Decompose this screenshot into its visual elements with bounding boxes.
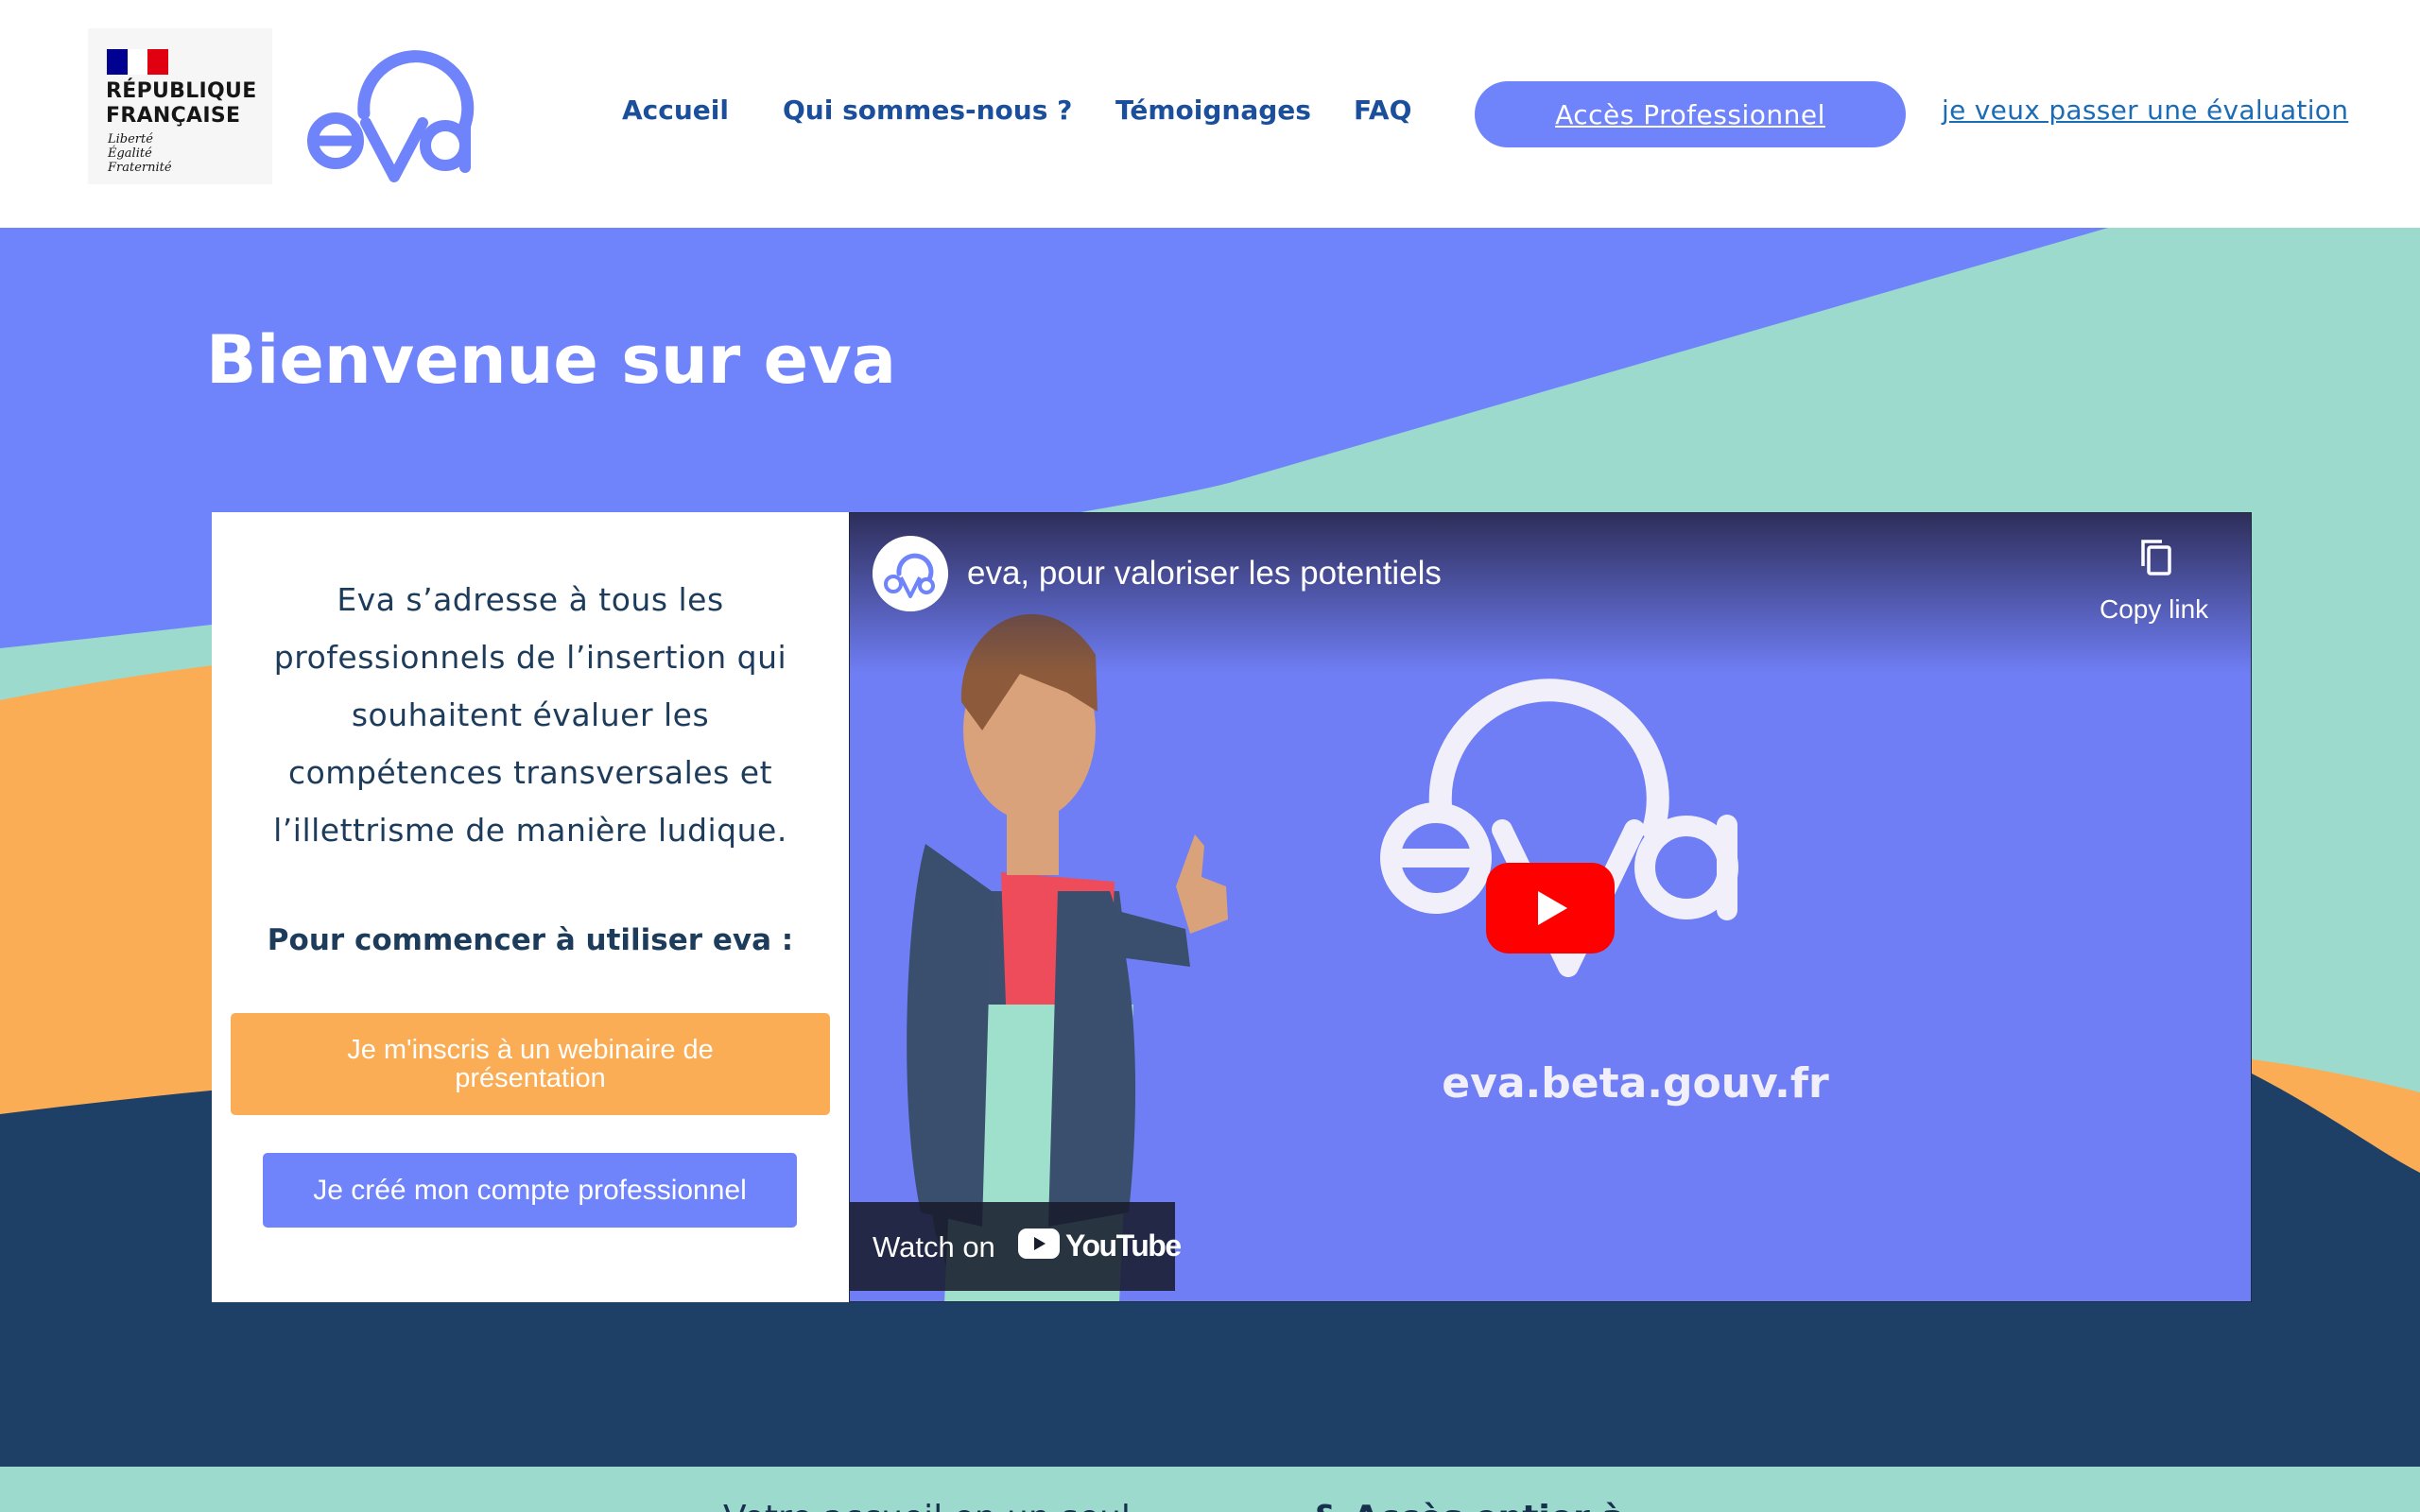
video-url-text: eva.beta.gouv.fr: [1442, 1059, 1829, 1108]
eva-logo-icon[interactable]: eva: [307, 40, 477, 186]
nav-temoignages[interactable]: Témoignages: [1115, 94, 1311, 126]
play-icon[interactable]: [1486, 863, 1615, 954]
acces-professionnel-button[interactable]: Accès Professionnel: [1475, 81, 1906, 147]
copy-icon[interactable]: [2137, 538, 2175, 577]
intro-description: Eva s’adresse à tous les professionnels …: [273, 581, 787, 849]
watch-on-youtube-button[interactable]: Watch on YouTube: [850, 1202, 1182, 1291]
site-header: RÉPUBLIQUE FRANÇAISE Liberté Égalité Fra…: [0, 0, 2420, 228]
republique-motto: Liberté Égalité Fraternité: [108, 132, 172, 175]
copy-link-label[interactable]: Copy link: [2100, 594, 2208, 625]
create-account-button[interactable]: Je créé mon compte professionnel: [263, 1153, 797, 1228]
youtube-wordmark: YouTube: [1065, 1228, 1182, 1263]
intro-card: Eva s’adresse à tous les professionnels …: [212, 512, 849, 1302]
video-top-gradient: [850, 513, 2251, 674]
watch-on-label: Watch on: [873, 1230, 995, 1263]
next-section: Votre accueil en un seul & Accès entier …: [0, 1467, 2420, 1512]
passer-evaluation-link[interactable]: je veux passer une évaluation: [1942, 94, 2348, 126]
nav-qui-sommes-nous[interactable]: Qui sommes-nous ?: [783, 94, 1072, 126]
youtube-logo-icon: [1018, 1228, 1060, 1259]
french-flag-icon: [107, 49, 169, 75]
nav-faq[interactable]: FAQ: [1354, 94, 1411, 126]
nav-accueil[interactable]: Accueil: [622, 94, 729, 126]
webinar-signup-button[interactable]: Je m'inscris à un webinaire de présentat…: [231, 1013, 830, 1115]
video-title[interactable]: eva, pour valoriser les potentiels: [967, 555, 1442, 593]
page-title: Bienvenue sur eva: [206, 321, 897, 399]
next-section-heading: Votre accueil en un seul & Accès entier …: [723, 1499, 1625, 1512]
eva-channel-avatar[interactable]: [873, 536, 948, 611]
start-label: Pour commencer à utiliser eva :: [267, 923, 794, 957]
republique-francaise-logo[interactable]: RÉPUBLIQUE FRANÇAISE Liberté Égalité Fra…: [88, 28, 272, 184]
republique-francaise-label: RÉPUBLIQUE FRANÇAISE: [106, 79, 257, 128]
youtube-video-player[interactable]: eva, pour valoriser les potentiels Copy …: [849, 512, 2252, 1302]
